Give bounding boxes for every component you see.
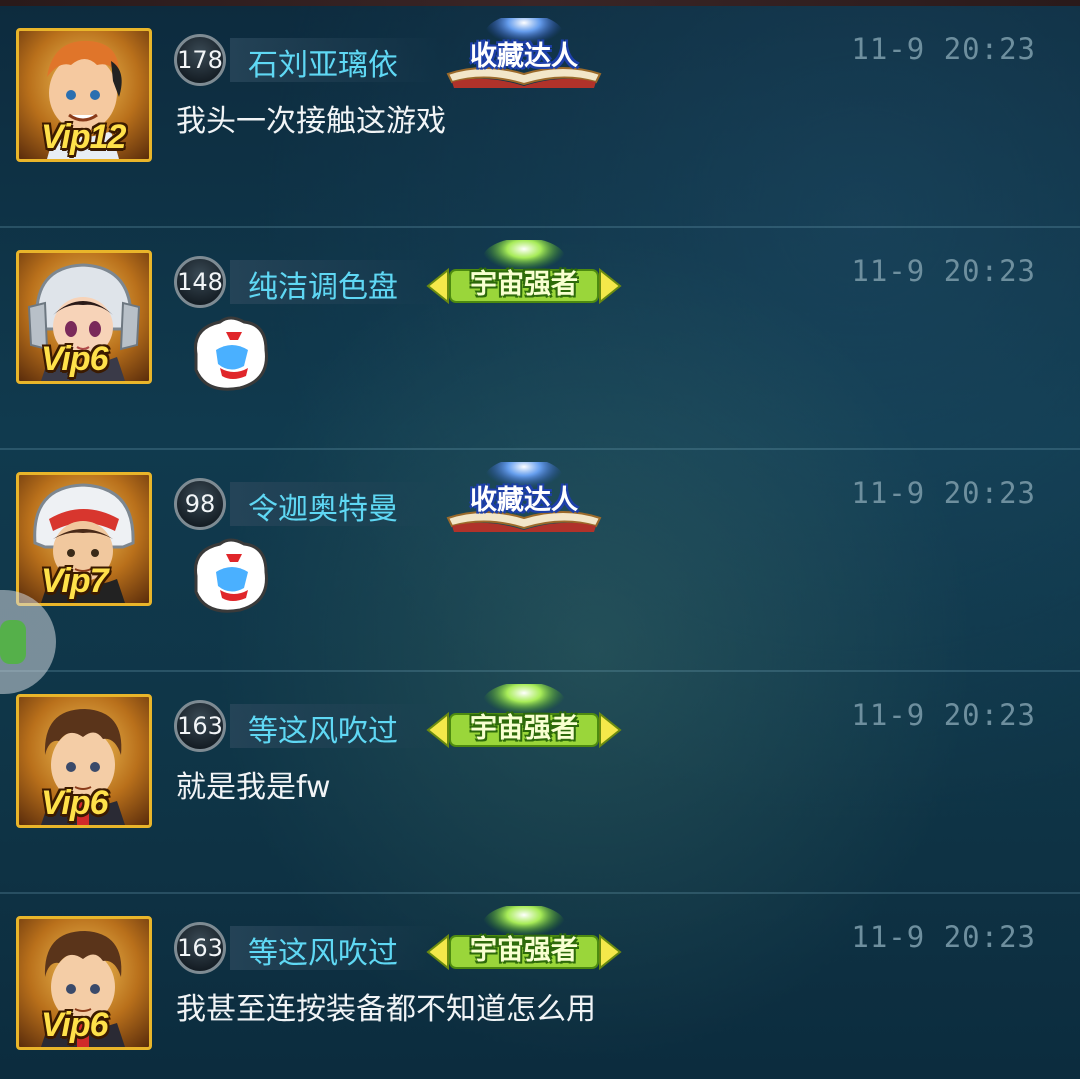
player-avatar[interactable]: Vip12 [16, 28, 152, 162]
vip-level-badge: Vip6 [41, 340, 109, 378]
post-timestamp: 11-9 20:23 [851, 698, 1036, 732]
player-level-badge: 163 [174, 922, 226, 974]
chat-message-text: 我头一次接触这游戏 [176, 104, 446, 139]
post-timestamp: 11-9 20:23 [851, 920, 1036, 954]
title-badge-cosmic: 宇宙强者 [426, 682, 622, 754]
player-name[interactable]: 等这风吹过 [248, 706, 398, 750]
chat-message-row: Vip7 98 令迦奥特曼 收藏达人 11-9 20:23 [0, 450, 1080, 672]
player-avatar[interactable]: Vip7 [16, 472, 152, 606]
player-name[interactable]: 等这风吹过 [248, 928, 398, 972]
player-level-badge: 178 [174, 34, 226, 86]
chat-message-row: Vip6 163 等这风吹过 宇宙强者 11-9 20:23 [0, 672, 1080, 894]
title-badge-label: 收藏达人 [470, 41, 578, 72]
vip-level-badge: Vip7 [41, 562, 109, 600]
player-avatar[interactable]: Vip6 [16, 694, 152, 828]
chat-message-row: Vip6 148 纯洁调色盘 宇宙强者 11-9 20:23 [0, 228, 1080, 450]
title-badge-label: 宇宙强者 [470, 269, 578, 300]
chat-message-text: 就是我是fw [176, 770, 331, 805]
chat-message-row: Vip6 163 等这风吹过 宇宙强者 11-9 20:23 [0, 894, 1080, 1079]
chat-feed[interactable]: Vip12 178 石刘亚璃依 收藏达人 11-9 20:23 我头一次接触这游… [0, 6, 1080, 1079]
title-badge-collector: 收藏达人 [444, 458, 604, 532]
post-timestamp: 11-9 20:23 [851, 254, 1036, 288]
vip-level-badge: Vip6 [41, 1006, 109, 1044]
vip-level-badge: Vip12 [41, 118, 126, 156]
post-timestamp: 11-9 20:23 [851, 32, 1036, 66]
player-name[interactable]: 纯洁调色盘 [248, 262, 398, 306]
hand-emoji-icon[interactable] [186, 532, 272, 618]
player-level-badge: 148 [174, 256, 226, 308]
player-avatar[interactable]: Vip6 [16, 250, 152, 384]
title-badge-collector: 收藏达人 [444, 14, 604, 88]
player-name[interactable]: 石刘亚璃依 [248, 40, 398, 84]
title-badge-label: 宇宙强者 [470, 935, 578, 966]
title-badge-cosmic: 宇宙强者 [426, 238, 622, 310]
chat-message-row: Vip12 178 石刘亚璃依 收藏达人 11-9 20:23 我头一次接触这游… [0, 6, 1080, 228]
post-timestamp: 11-9 20:23 [851, 476, 1036, 510]
hand-emoji-icon[interactable] [186, 310, 272, 396]
player-level-badge: 163 [174, 700, 226, 752]
player-name[interactable]: 令迦奥特曼 [248, 484, 398, 528]
assistant-icon [0, 620, 26, 664]
player-level-badge: 98 [174, 478, 226, 530]
title-badge-cosmic: 宇宙强者 [426, 904, 622, 976]
title-badge-label: 宇宙强者 [470, 713, 578, 744]
title-badge-label: 收藏达人 [470, 485, 578, 516]
vip-level-badge: Vip6 [41, 784, 109, 822]
chat-message-text: 我甚至连按装备都不知道怎么用 [176, 992, 596, 1027]
player-avatar[interactable]: Vip6 [16, 916, 152, 1050]
